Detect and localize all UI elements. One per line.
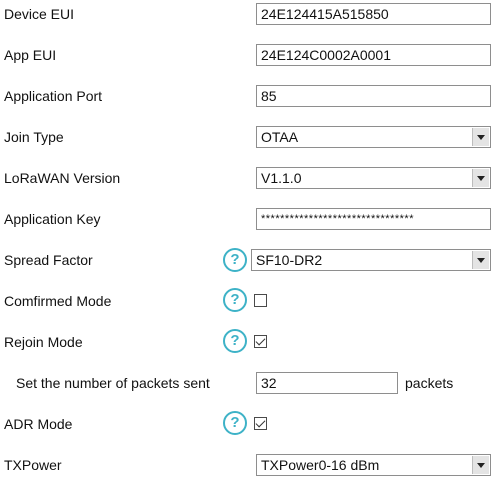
- chevron-down-icon[interactable]: [472, 456, 489, 474]
- device-eui-input[interactable]: 24E124415A515850: [256, 3, 491, 25]
- help-icon[interactable]: ?: [223, 411, 247, 435]
- chevron-down-icon[interactable]: [472, 169, 489, 187]
- rejoin-mode-label: Rejoin Mode: [4, 334, 83, 350]
- packets-sent-row: Set the number of packets sent 32 packet…: [0, 369, 493, 399]
- confirmed-mode-row: Comfirmed Mode ?: [0, 287, 493, 317]
- application-port-input[interactable]: 85: [256, 85, 491, 107]
- txpower-select[interactable]: TXPower0-16 dBm: [256, 454, 491, 476]
- txpower-value: TXPower0-16 dBm: [261, 457, 380, 473]
- application-key-label: Application Key: [4, 211, 101, 227]
- join-type-value: OTAA: [261, 129, 299, 145]
- lorawan-version-value: V1.1.0: [261, 170, 302, 186]
- help-icon[interactable]: ?: [223, 288, 247, 312]
- help-icon[interactable]: ?: [223, 329, 247, 353]
- packets-sent-label: Set the number of packets sent: [16, 375, 210, 391]
- lorawan-version-select[interactable]: V1.1.0: [256, 167, 491, 189]
- chevron-down-icon[interactable]: [472, 251, 489, 269]
- packets-sent-input[interactable]: 32: [256, 372, 398, 394]
- app-eui-row: App EUI 24E124C0002A0001: [0, 41, 493, 71]
- join-type-label: Join Type: [4, 129, 64, 145]
- device-eui-row: Device EUI 24E124415A515850: [0, 0, 493, 30]
- app-eui-input[interactable]: 24E124C0002A0001: [256, 44, 491, 66]
- txpower-label: TXPower: [4, 457, 62, 473]
- join-type-select[interactable]: OTAA: [256, 126, 491, 148]
- lorawan-version-label: LoRaWAN Version: [4, 170, 121, 186]
- chevron-down-icon[interactable]: [472, 128, 489, 146]
- txpower-row: TXPower TXPower0-16 dBm: [0, 451, 493, 481]
- application-key-row: Application Key ************************…: [0, 205, 493, 235]
- spread-factor-label: Spread Factor: [4, 252, 93, 268]
- spread-factor-value: SF10-DR2: [256, 252, 323, 268]
- lorawan-version-row: LoRaWAN Version V1.1.0: [0, 164, 493, 194]
- rejoin-mode-checkbox[interactable]: [254, 335, 267, 348]
- help-icon[interactable]: ?: [223, 248, 247, 272]
- adr-mode-row: ADR Mode ?: [0, 410, 493, 440]
- application-port-label: Application Port: [4, 88, 103, 104]
- confirmed-mode-checkbox[interactable]: [254, 294, 267, 307]
- spread-factor-row: Spread Factor ? SF10-DR2: [0, 246, 493, 276]
- join-type-row: Join Type OTAA: [0, 123, 493, 153]
- application-key-input[interactable]: ********************************: [256, 208, 491, 230]
- packets-unit-label: packets: [405, 375, 454, 391]
- rejoin-mode-row: Rejoin Mode ?: [0, 328, 493, 358]
- app-eui-label: App EUI: [4, 47, 57, 63]
- device-eui-label: Device EUI: [4, 6, 75, 22]
- adr-mode-checkbox[interactable]: [254, 417, 267, 430]
- adr-mode-label: ADR Mode: [4, 416, 73, 432]
- spread-factor-select[interactable]: SF10-DR2: [251, 249, 491, 271]
- application-port-row: Application Port 85: [0, 82, 493, 112]
- confirmed-mode-label: Comfirmed Mode: [4, 293, 112, 309]
